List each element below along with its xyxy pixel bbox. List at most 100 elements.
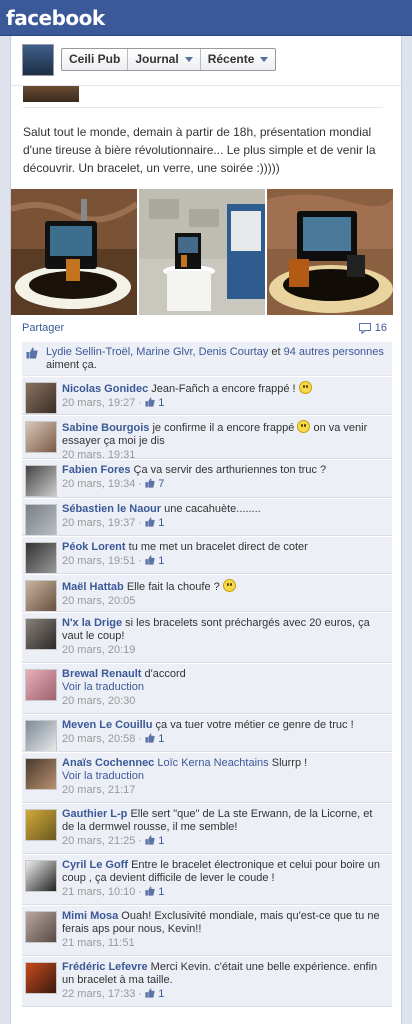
commenter-name[interactable]: Frédéric Lefevre [62, 961, 148, 973]
comment-like-count[interactable]: 1 [145, 988, 164, 1000]
commenter-name[interactable]: Mimi Mosa [62, 910, 118, 922]
recent-dropdown[interactable]: Récente [201, 49, 276, 70]
comment-text-line: Mimi Mosa Ouah! Exclusivité mondiale, ma… [62, 910, 387, 936]
comment-like-count[interactable]: 1 [145, 397, 164, 409]
comment-row: Gauthier L-p Elle sert "que" de La ste E… [22, 803, 392, 854]
thumbs-up-icon [145, 733, 155, 743]
journal-dropdown[interactable]: Journal [128, 49, 201, 70]
commenter-avatar[interactable] [25, 809, 57, 841]
commenter-avatar[interactable] [25, 542, 57, 573]
comment-row: N'x la Drige si les bracelets sont préch… [22, 612, 392, 663]
comment-timestamp[interactable]: 20 mars, 19:34 [62, 478, 135, 490]
commenter-name[interactable]: Péok Lorent [62, 541, 126, 553]
commenter-avatar[interactable] [25, 465, 57, 497]
commenter-avatar[interactable] [25, 720, 57, 751]
comment-like-value: 1 [158, 733, 165, 745]
comment-timestamp[interactable]: 20 mars, 19:37 [62, 517, 135, 529]
comment-like-value: 7 [158, 478, 165, 490]
comment-text-line: N'x la Drige si les bracelets sont préch… [62, 617, 387, 643]
comment-text[interactable]: Loïc Kerna Neachtains [157, 757, 268, 769]
recent-label: Récente [207, 52, 255, 66]
commenter-avatar[interactable] [25, 669, 57, 701]
commenter-name[interactable]: Nicolas Gonidec [62, 383, 148, 395]
commenter-name[interactable]: Gauthier L-p [62, 808, 127, 820]
comment-timestamp[interactable]: 21 mars, 10:10 [62, 886, 135, 898]
comment-timestamp[interactable]: 20 mars, 20:58 [62, 733, 135, 745]
comment-meta: 20 mars, 20:30 [62, 694, 387, 708]
commenter-avatar[interactable] [25, 911, 57, 943]
comment-text: je confirme il a encore frappé [152, 422, 295, 434]
comment-timestamp[interactable]: 22 mars, 17:33 [62, 988, 135, 1000]
comment-text-line: Brewal Renault d'accord [62, 668, 387, 681]
comment-timestamp[interactable]: 20 mars, 19:31 [62, 449, 135, 458]
commenter-name[interactable]: Maël Hattab [62, 581, 124, 593]
commenter-name[interactable]: Meven Le Couillu [62, 719, 152, 731]
comment-like-value: 1 [158, 397, 165, 409]
page-avatar[interactable] [22, 44, 54, 76]
comment-timestamp[interactable]: 20 mars, 19:51 [62, 555, 135, 567]
see-translation-link[interactable]: Voir la traduction [62, 770, 387, 783]
comment-text: ça va tuer votre métier ce genre de truc… [155, 719, 354, 731]
post-photo-3[interactable] [267, 189, 393, 315]
commenter-avatar[interactable] [25, 758, 57, 790]
commenter-avatar[interactable] [25, 618, 57, 650]
chevron-down-icon [260, 57, 269, 62]
comment-body: Brewal Renault d'accord Voir la traductio… [62, 668, 387, 708]
comment-text-line: Frédéric Lefevre Merci Kevin. c'était un… [62, 961, 387, 987]
comment-text-line: Nicolas Gonidec Jean-Fañch a encore frap… [62, 381, 387, 396]
previous-post-thumbnail [23, 86, 79, 102]
comment-row: Nicolas Gonidec Jean-Fañch a encore frap… [22, 376, 392, 415]
comment-timestamp[interactable]: 20 mars, 21:25 [62, 835, 135, 847]
comment-timestamp[interactable]: 20 mars, 21:17 [62, 784, 135, 796]
comment-timestamp[interactable]: 20 mars, 19:27 [62, 397, 135, 409]
commenter-avatar[interactable] [25, 860, 57, 892]
comment-meta: 20 mars, 20:19 [62, 643, 387, 657]
commenter-name[interactable]: Sabine Bourgois [62, 422, 149, 434]
commenter-name[interactable]: Fabien Fores [62, 464, 130, 476]
smiley-emoji-icon [298, 381, 312, 394]
commenter-name[interactable]: Cyril Le Goff [62, 859, 128, 871]
commenter-avatar[interactable] [25, 580, 57, 611]
comment-like-count[interactable]: 1 [145, 555, 164, 567]
comment-timestamp[interactable]: 20 mars, 20:05 [62, 595, 135, 607]
commenter-avatar[interactable] [25, 382, 57, 414]
comment-row: Brewal Renault d'accord Voir la traductio… [22, 663, 392, 714]
commenter-avatar[interactable] [25, 962, 57, 994]
comment-meta: 20 mars, 19:34 · 7 [62, 478, 165, 490]
comment-timestamp[interactable]: 20 mars, 20:19 [62, 644, 135, 656]
comment-count[interactable]: 16 [358, 322, 387, 334]
comment-like-value: 1 [158, 517, 165, 529]
comment-body: N'x la Drige si les bracelets sont préch… [62, 617, 387, 657]
comment-like-count[interactable]: 1 [145, 517, 164, 529]
comment-row: Meven Le Couillu ça va tuer votre métier… [22, 714, 392, 752]
commenter-name[interactable]: Brewal Renault [62, 668, 141, 680]
commenter-name[interactable]: Anaïs Cochennec [62, 757, 154, 769]
likers-others-link[interactable]: 94 autres personnes [284, 346, 384, 358]
post-photo-1[interactable] [11, 189, 137, 315]
comment-text-line: Maël Hattab Elle fait la choufe ? [62, 579, 387, 594]
thumbs-up-icon [145, 886, 155, 896]
comment-timestamp[interactable]: 20 mars, 20:30 [62, 695, 135, 707]
commenter-avatar[interactable] [25, 421, 57, 453]
comment-like-count[interactable]: 7 [145, 478, 164, 490]
facebook-logo[interactable]: facebook [6, 6, 105, 30]
commenter-avatar[interactable] [25, 504, 57, 535]
commenter-name[interactable]: N'x la Drige [62, 617, 122, 629]
page-name-button[interactable]: Ceili Pub [62, 49, 129, 70]
comment-body: Gauthier L-p Elle sert "que" de La ste E… [62, 808, 387, 848]
comment-like-count[interactable]: 1 [145, 886, 164, 898]
comment-meta: 20 mars, 21:25 · 1 [62, 835, 165, 847]
post-photo-2[interactable] [139, 189, 265, 315]
likers-names[interactable]: Lydie Sellin-Troël, Marine Glvr, Denis C… [46, 346, 268, 358]
see-translation-link[interactable]: Voir la traduction [62, 681, 387, 694]
comment-body: Nicolas Gonidec Jean-Fañch a encore frap… [62, 381, 387, 410]
comment-like-count[interactable]: 1 [145, 835, 164, 847]
commenter-name[interactable]: Sébastien le Naour [62, 503, 161, 515]
post-text: Salut tout le monde, demain à partir de … [23, 125, 376, 175]
comment-body: Anaïs Cochennec Loïc Kerna Neachtains Sl… [62, 757, 387, 797]
comment-timestamp[interactable]: 21 mars, 11:51 [62, 937, 135, 949]
share-link[interactable]: Partager [22, 322, 64, 334]
page-button-bar: Ceili Pub Journal Récente [61, 48, 277, 71]
comment-like-count[interactable]: 1 [145, 733, 164, 745]
comment-like-value: 1 [158, 886, 165, 898]
